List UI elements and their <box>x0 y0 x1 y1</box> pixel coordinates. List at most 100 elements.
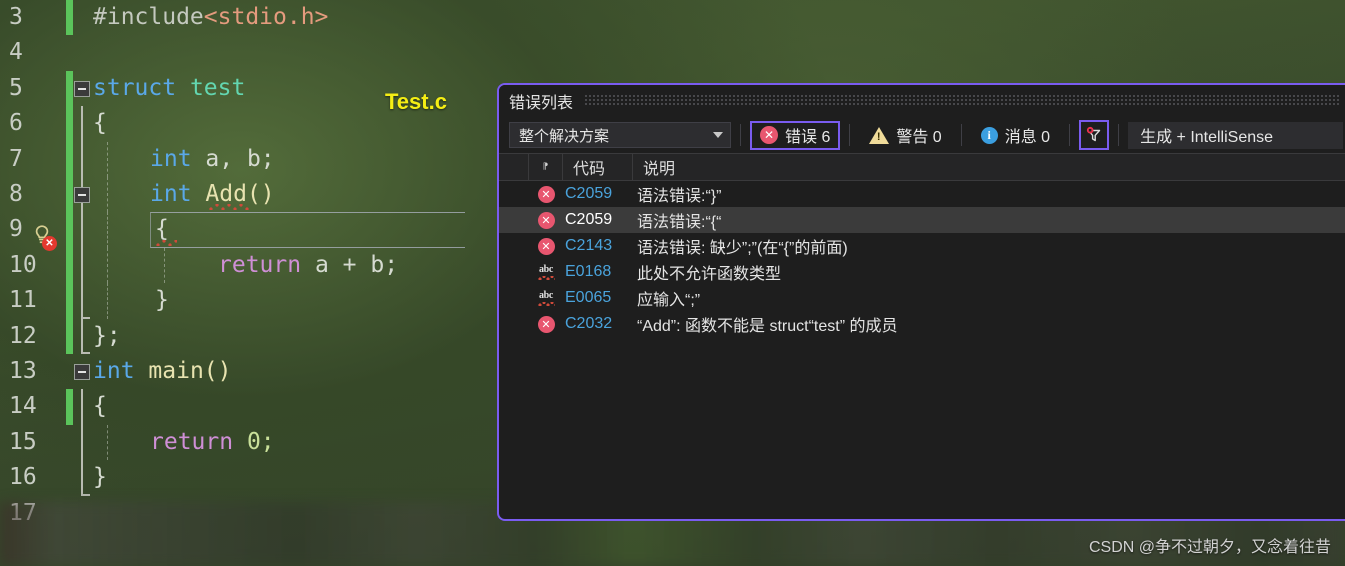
line-number: 10 <box>9 251 37 278</box>
fold-toggle-icon[interactable] <box>74 80 90 97</box>
error-list-panel[interactable]: 错误列表 整个解决方案 ✕ 错误 6 警告 0 i 消息 0 <box>497 83 1345 521</box>
indent-guide <box>107 177 108 213</box>
intellisense-abc-icon: abc <box>537 289 555 306</box>
error-code[interactable]: E0168 <box>563 263 633 281</box>
line-content: { <box>93 389 107 424</box>
severity-sort-icon: ⁋ <box>542 161 549 172</box>
fold-guide <box>81 460 90 496</box>
token-return-keyword: return <box>150 428 234 455</box>
table-row[interactable]: abc E0065 应输入“;” <box>499 285 1345 311</box>
error-description: 语法错误:“{“ <box>637 214 722 231</box>
panel-title-bar[interactable]: 错误列表 <box>499 85 1345 117</box>
fold-guide <box>81 106 83 142</box>
error-code[interactable]: C2032 <box>563 315 633 333</box>
column-header-description[interactable]: 说明 <box>633 154 1345 180</box>
line-number: 7 <box>9 145 23 172</box>
token-brace: } <box>93 464 107 491</box>
quick-action-lightbulb[interactable]: ✕ <box>31 224 59 252</box>
toolbar-divider <box>740 124 741 146</box>
warnings-filter-button[interactable]: 警告 0 <box>859 121 951 150</box>
line-number: 14 <box>9 393 37 420</box>
error-code[interactable]: C2059 <box>563 211 633 229</box>
error-description: “Add”: 函数不能是 struct“test” 的成员 <box>637 318 898 335</box>
error-circle-icon: ✕ <box>537 185 555 203</box>
token-int-keyword: int <box>93 358 135 384</box>
fold-guide <box>81 318 90 355</box>
change-bar <box>66 141 73 177</box>
line-content: }; <box>93 319 121 354</box>
filter-funnel-button[interactable] <box>1079 120 1110 150</box>
severity-icon-cell: ✕ <box>529 185 563 203</box>
messages-count-label: 消息 0 <box>1004 129 1051 146</box>
error-badge-icon: ✕ <box>42 236 57 251</box>
table-row[interactable]: ✕ C2059 语法错误:“{“ <box>499 207 1345 233</box>
line-number: 5 <box>9 74 23 101</box>
token-brace: { <box>155 216 169 243</box>
errors-count-label: 错误 6 <box>785 129 831 146</box>
table-row[interactable]: abc E0168 此处不允许函数类型 <box>499 259 1345 285</box>
line-number: 16 <box>9 464 37 491</box>
line-content: { <box>93 106 107 141</box>
table-row[interactable]: ✕ C2143 语法错误: 缺少”;”(在“{”的前面) <box>499 233 1345 259</box>
filter-funnel-icon <box>1086 126 1101 142</box>
line-number: 12 <box>9 322 37 349</box>
severity-icon-cell: ✕ <box>529 211 563 229</box>
column-header-code[interactable]: 代码 <box>563 154 633 180</box>
error-description: 语法错误:“}” <box>637 188 722 205</box>
severity-icon-cell: ✕ <box>529 237 563 255</box>
toolbar-divider <box>960 124 962 146</box>
token-header: <stdio.h> <box>203 4 329 30</box>
file-annotation-label: Test.c <box>385 89 447 114</box>
token-members: a, b; <box>205 145 275 172</box>
token-preprocessor: #include <box>93 4 204 30</box>
fold-guide <box>81 283 90 319</box>
error-code[interactable]: E0065 <box>563 289 633 307</box>
code-line: 3 #include<stdio.h> <box>0 0 1345 36</box>
fold-guide <box>81 212 83 248</box>
error-description: 应输入“;” <box>637 292 701 309</box>
error-code[interactable]: C2143 <box>563 237 633 255</box>
messages-filter-button[interactable]: i 消息 0 <box>971 121 1060 150</box>
indent-guide <box>164 247 165 284</box>
error-list-toolbar[interactable]: 整个解决方案 ✕ 错误 6 警告 0 i 消息 0 <box>499 117 1345 153</box>
warnings-count-label: 警告 0 <box>896 129 942 146</box>
table-row[interactable]: ✕ C2032 “Add”: 函数不能是 struct“test” 的成员 <box>499 311 1345 337</box>
line-content: int a, b; <box>150 142 275 177</box>
fold-guide <box>81 389 83 425</box>
error-squiggle <box>208 204 250 210</box>
change-bar <box>66 212 73 248</box>
token-main-name: main() <box>148 358 232 384</box>
warning-triangle-icon <box>869 126 890 144</box>
abc-squiggle <box>537 275 555 280</box>
abc-glyph: abc <box>538 289 554 301</box>
error-list-rows: ✕ C2059 语法错误:“}” ✕ C2059 语法错误:“{“ ✕ C214… <box>499 181 1345 337</box>
line-content: struct test <box>93 71 245 106</box>
fold-guide <box>81 424 83 461</box>
fold-toggle-icon[interactable] <box>74 187 90 203</box>
table-row[interactable]: ✕ C2059 语法错误:“}” <box>499 181 1345 207</box>
build-scope-selector[interactable]: 生成 + IntelliSense <box>1128 121 1344 149</box>
indent-guide <box>107 212 108 248</box>
errors-filter-button[interactable]: ✕ 错误 6 <box>750 120 841 150</box>
error-description: 语法错误: 缺少”;”(在“{”的前面) <box>637 240 848 257</box>
panel-drag-handle[interactable] <box>585 95 1341 107</box>
token-struct-name: test <box>189 74 246 101</box>
fold-toggle-icon[interactable] <box>74 364 90 380</box>
token-return-keyword: return <box>218 251 302 278</box>
severity-icon-cell: ✕ <box>529 315 563 333</box>
fold-guide <box>81 247 83 284</box>
line-content: int main() <box>93 354 232 389</box>
error-code[interactable]: C2059 <box>563 185 633 203</box>
scope-filter-dropdown[interactable]: 整个解决方案 <box>509 122 731 148</box>
line-number: 17 <box>9 499 37 526</box>
token-return-expression: a + b; <box>314 251 399 278</box>
severity-icon-cell: abc <box>529 264 563 280</box>
csdn-watermark: CSDN @争不过朝夕，又念着往昔 <box>1088 539 1331 556</box>
scope-filter-value: 整个解决方案 <box>519 127 610 145</box>
change-bar <box>66 106 73 142</box>
chevron-down-icon <box>713 132 723 138</box>
column-header-severity[interactable]: ⁋ <box>529 154 563 180</box>
